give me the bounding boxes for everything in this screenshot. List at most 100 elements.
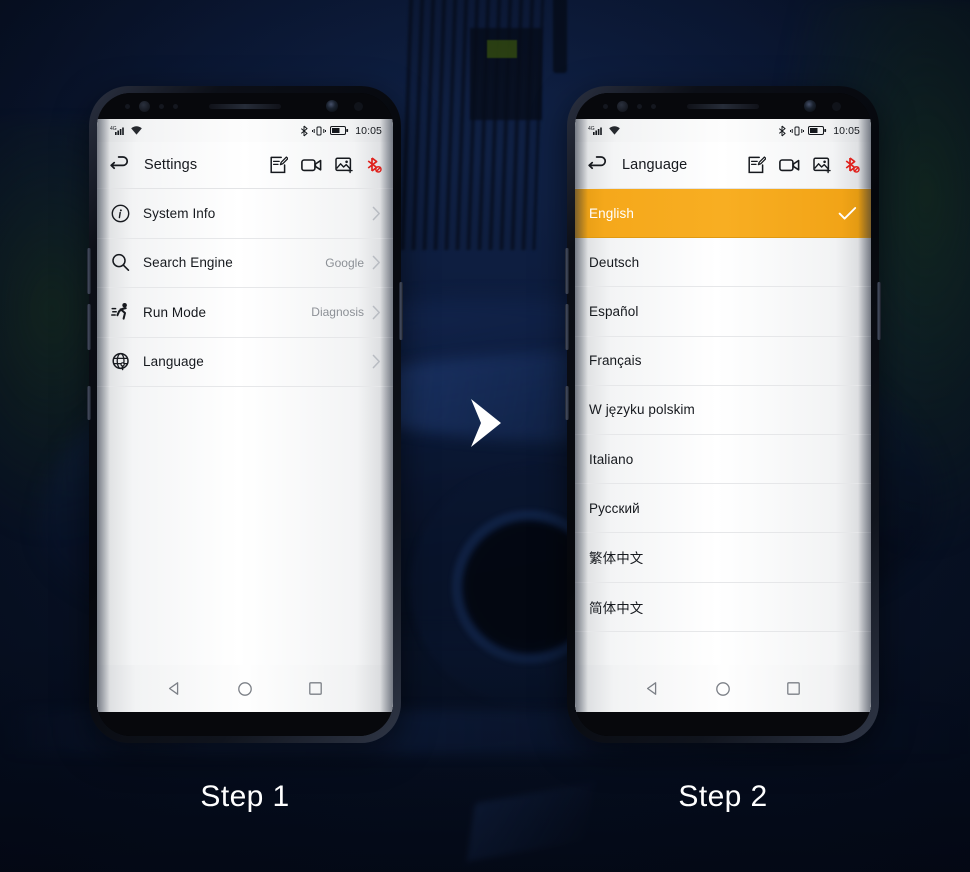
settings-row-label: Run Mode bbox=[143, 304, 207, 320]
step-arrow-icon bbox=[471, 399, 501, 447]
settings-row-search-engine[interactable]: Search Engine Google bbox=[97, 238, 393, 288]
bluetooth-off-icon[interactable] bbox=[366, 156, 382, 174]
language-label: 繁体中文 bbox=[589, 551, 644, 567]
home-nav-icon[interactable] bbox=[237, 681, 253, 697]
phone1-statusbar: 4G 10:05 bbox=[97, 119, 393, 142]
bluetooth-icon bbox=[301, 125, 308, 136]
proximity-sensor-icon bbox=[603, 103, 608, 109]
phone-mockup-step1: 4G 10:05 Settings System Info Search Eng… bbox=[87, 86, 403, 743]
note-icon[interactable] bbox=[270, 156, 288, 174]
phone-mockup-step2: 4G 10:05 Language English Deutsch Españo… bbox=[565, 86, 881, 743]
chevron-right-icon bbox=[372, 206, 380, 221]
back-icon[interactable] bbox=[110, 156, 131, 174]
phone2-statusbar: 4G 10:05 bbox=[575, 119, 871, 142]
statusbar-right: 10:05 bbox=[300, 125, 382, 137]
sensor-cluster bbox=[603, 100, 656, 112]
page-title: Language bbox=[622, 157, 688, 173]
phone2-appbar: Language bbox=[575, 142, 871, 189]
front-camera-icon bbox=[326, 100, 338, 112]
language-option-russian[interactable]: Русский bbox=[575, 484, 871, 534]
settings-row-label: Search Engine bbox=[143, 255, 233, 271]
statusbar-clock: 10:05 bbox=[833, 124, 860, 137]
settings-row-label: System Info bbox=[143, 205, 216, 221]
volume-up-key[interactable] bbox=[565, 248, 569, 294]
home-nav-icon[interactable] bbox=[715, 681, 731, 697]
language-option-espanol[interactable]: Español bbox=[575, 287, 871, 337]
language-label: 简体中文 bbox=[589, 600, 644, 616]
light-sensor-icon bbox=[637, 103, 642, 109]
svg-text:4G: 4G bbox=[588, 126, 595, 132]
check-icon bbox=[838, 206, 857, 220]
info-icon bbox=[111, 204, 137, 223]
recents-nav-icon[interactable] bbox=[308, 681, 323, 696]
power-key[interactable] bbox=[877, 282, 881, 340]
chevron-right-icon bbox=[372, 354, 380, 369]
statusbar-left: 4G bbox=[588, 125, 621, 136]
phone2-screen: 4G 10:05 Language English Deutsch Españo… bbox=[575, 119, 871, 712]
screenshot-icon[interactable] bbox=[813, 156, 831, 174]
back-nav-icon[interactable] bbox=[167, 681, 182, 696]
recents-nav-icon[interactable] bbox=[786, 681, 801, 696]
phone2-navbar bbox=[575, 665, 871, 712]
language-label: Español bbox=[589, 303, 639, 319]
volume-up-key[interactable] bbox=[87, 248, 91, 294]
proximity-sensor-icon bbox=[125, 103, 130, 109]
video-icon[interactable] bbox=[301, 157, 322, 173]
settings-row-run-mode[interactable]: Run Mode Diagnosis bbox=[97, 288, 393, 338]
phone1-appbar: Settings bbox=[97, 142, 393, 189]
bluetooth-off-icon[interactable] bbox=[844, 156, 860, 174]
language-option-traditional-chinese[interactable]: 繁体中文 bbox=[575, 533, 871, 583]
bluetooth-icon bbox=[779, 125, 786, 136]
settings-row-language[interactable]: Language bbox=[97, 337, 393, 387]
language-option-simplified-chinese[interactable]: 简体中文 bbox=[575, 582, 871, 632]
earpiece-speaker bbox=[687, 103, 759, 109]
promo-graphic: 4G 10:05 Settings System Info Search Eng… bbox=[0, 0, 970, 872]
language-option-deutsch[interactable]: Deutsch bbox=[575, 238, 871, 288]
chevron-right-icon bbox=[372, 255, 380, 270]
settings-row-system-info[interactable]: System Info bbox=[97, 189, 393, 239]
led-indicator-icon bbox=[651, 103, 656, 109]
statusbar-clock: 10:05 bbox=[355, 124, 382, 137]
assistant-key[interactable] bbox=[565, 386, 569, 420]
language-option-polski[interactable]: W języku polskim bbox=[575, 385, 871, 435]
caption-step2: Step 2 bbox=[678, 780, 768, 813]
run-icon bbox=[111, 302, 137, 322]
wifi-icon bbox=[609, 126, 620, 135]
language-option-italiano[interactable]: Italiano bbox=[575, 434, 871, 485]
page-title: Settings bbox=[144, 157, 198, 173]
vibrate-icon bbox=[790, 126, 805, 135]
back-icon[interactable] bbox=[588, 156, 609, 174]
volume-down-key[interactable] bbox=[565, 304, 569, 350]
power-key[interactable] bbox=[399, 282, 403, 340]
screenshot-icon[interactable] bbox=[335, 156, 353, 174]
camera-cluster bbox=[804, 100, 841, 112]
phone2-top-bezel bbox=[575, 93, 871, 119]
led-indicator-icon bbox=[173, 103, 178, 109]
statusbar-left: 4G bbox=[110, 125, 143, 136]
video-icon[interactable] bbox=[779, 157, 800, 173]
camera-cluster bbox=[326, 100, 363, 112]
note-icon[interactable] bbox=[748, 156, 766, 174]
chevron-right-icon bbox=[372, 305, 380, 320]
language-option-francais[interactable]: Français bbox=[575, 336, 871, 386]
language-option-english[interactable]: English bbox=[575, 189, 871, 239]
statusbar-right: 10:05 bbox=[778, 125, 860, 137]
language-label: English bbox=[589, 205, 634, 221]
signal-icon: 4G bbox=[588, 126, 602, 135]
phone1-appbar-actions bbox=[270, 156, 382, 174]
language-label: Русский bbox=[589, 500, 640, 516]
phone2-appbar-actions bbox=[748, 156, 860, 174]
phone1-navbar bbox=[97, 665, 393, 712]
language-label: W języku polskim bbox=[589, 402, 695, 418]
battery-icon bbox=[808, 126, 827, 135]
phone2-bottom-bezel bbox=[575, 712, 871, 736]
back-nav-icon[interactable] bbox=[645, 681, 660, 696]
iris-scanner-icon bbox=[617, 100, 628, 112]
phone1-bottom-bezel bbox=[97, 712, 393, 736]
iris-scanner-icon bbox=[139, 100, 150, 112]
assistant-key[interactable] bbox=[87, 386, 91, 420]
phone1-screen: 4G 10:05 Settings System Info Search Eng… bbox=[97, 119, 393, 712]
volume-down-key[interactable] bbox=[87, 304, 91, 350]
svg-text:4G: 4G bbox=[110, 126, 117, 132]
language-label: Italiano bbox=[589, 451, 634, 467]
